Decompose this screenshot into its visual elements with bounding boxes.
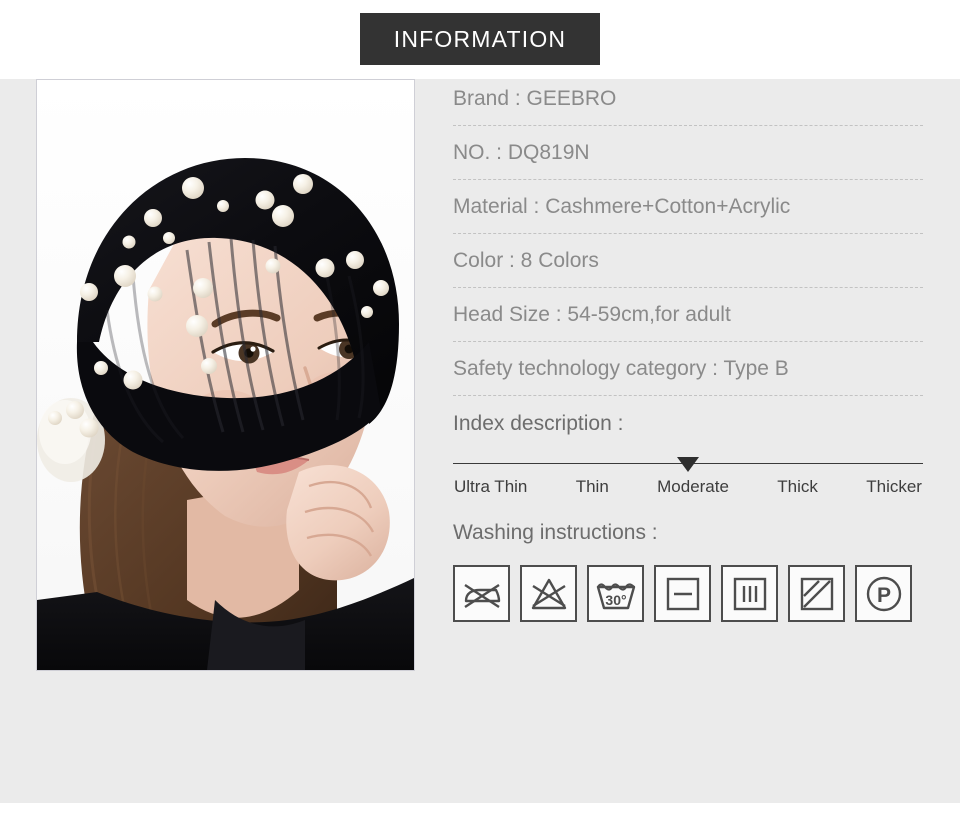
washing-instructions-heading: Washing instructions : [453,497,923,557]
spec-text-color: Color : 8 Colors [453,248,599,272]
thickness-index-scale: Ultra Thin Thin Moderate Thick Thicker [453,452,923,497]
index-label-moderate: Moderate [657,477,729,496]
spec-row-color: Color : 8 Colors [453,234,923,288]
svg-text:30°: 30° [605,592,626,608]
index-scale-bar [453,452,923,472]
machine-wash-30-icon: 30° [587,565,644,622]
washing-instruction-icons: 30° P [453,565,923,622]
do-not-iron-icon [453,565,510,622]
dry-flat-icon [654,565,711,622]
product-photo-frame [36,79,415,671]
spec-text-no: NO. : DQ819N [453,140,590,164]
spec-row-material: Material : Cashmere+Cotton+Acrylic [453,180,923,234]
spec-row-brand: Brand : GEEBRO [453,72,923,126]
spec-text-head-size: Head Size : 54-59cm,for adult [453,302,731,326]
information-banner: INFORMATION [360,13,600,65]
dry-clean-p-icon: P [855,565,912,622]
index-scale-labels: Ultra Thin Thin Moderate Thick Thicker [453,477,923,497]
spec-row-no: NO. : DQ819N [453,126,923,180]
down-triangle-marker [677,457,699,472]
index-label-thick: Thick [777,477,818,496]
spec-text-safety-category: Safety technology category : Type B [453,356,789,380]
index-label-thicker: Thicker [866,477,922,496]
page-title: INFORMATION [393,25,567,52]
drip-dry-icon [721,565,778,622]
spec-row-head-size: Head Size : 54-59cm,for adult [453,288,923,342]
spec-text-brand: Brand : GEEBRO [453,86,617,110]
spec-text-material: Material : Cashmere+Cotton+Acrylic [453,194,791,218]
dry-in-shade-icon [788,565,845,622]
washing-instructions-heading-text: Washing instructions : [453,521,658,544]
index-description-heading-text: Index description : [453,412,624,435]
do-not-bleach-icon [520,565,577,622]
index-label-ultra-thin: Ultra Thin [454,477,528,496]
index-description-heading: Index description : [453,396,923,452]
svg-text:P: P [876,584,890,607]
index-label-thin: Thin [575,477,609,496]
product-photo [37,80,414,670]
product-info-column: Brand : GEEBRO NO. : DQ819N Material : C… [453,72,923,622]
spec-row-safety-category: Safety technology category : Type B [453,342,923,396]
